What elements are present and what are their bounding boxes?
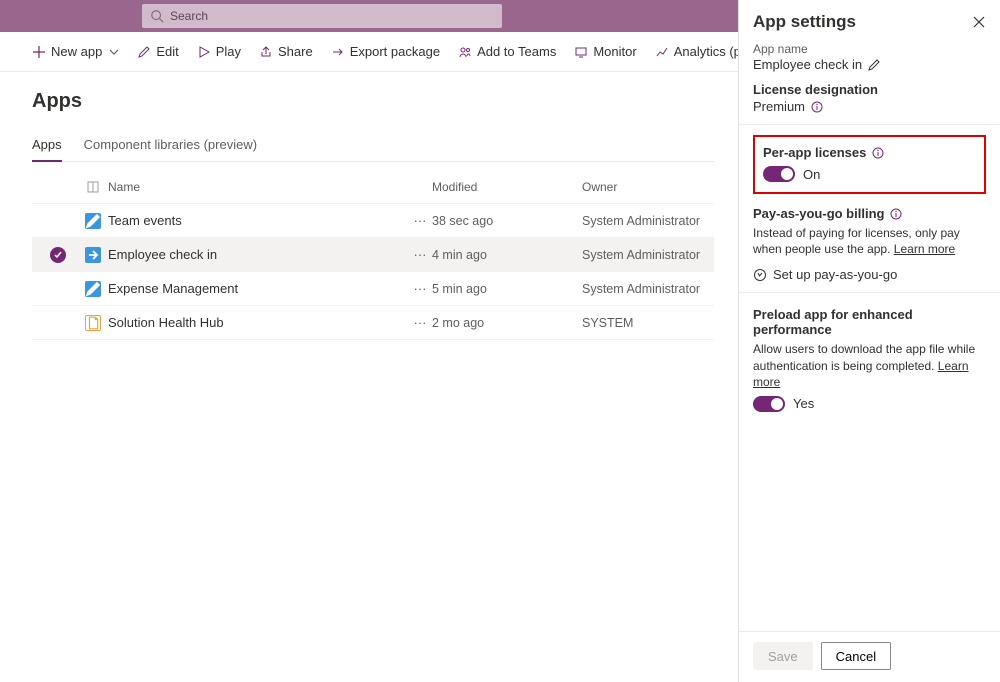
paygo-learn-more-link[interactable]: Learn more [894,242,955,256]
app-icon [78,213,108,229]
monitor-icon [574,45,588,59]
app-name: Team events [108,213,408,228]
preload-toggle[interactable] [753,396,785,412]
table-row[interactable]: Team events···38 sec agoSystem Administr… [32,204,714,238]
per-app-toggle[interactable] [763,166,795,182]
per-app-state: On [803,167,820,182]
per-app-heading: Per-app licenses [763,145,866,160]
teams-icon [458,45,472,59]
preload-description: Allow users to download the app file whi… [753,341,986,390]
monitor-button[interactable]: Monitor [574,44,636,59]
row-more-menu[interactable]: ··· [408,247,432,262]
row-more-menu[interactable]: ··· [408,281,432,296]
search-placeholder: Search [170,9,208,23]
paygo-heading: Pay-as-you-go billing [753,206,884,221]
preload-state: Yes [793,396,814,411]
share-button[interactable]: Share [259,44,313,59]
analytics-icon [655,45,669,59]
plus-icon [32,45,46,59]
info-icon[interactable] [890,208,902,220]
main-content: Apps Apps Component libraries (preview) … [0,72,738,340]
app-name-value: Employee check in [753,57,862,72]
export-icon [331,45,345,59]
chevron-down-icon [109,47,119,57]
play-icon [197,45,211,59]
add-teams-label: Add to Teams [477,44,556,59]
col-name[interactable]: Name [108,180,408,194]
row-more-menu[interactable]: ··· [408,213,432,228]
edit-name-icon[interactable] [868,59,880,71]
app-icon [78,247,108,263]
cancel-button[interactable]: Cancel [821,642,891,670]
modified-cell: 5 min ago [432,282,582,296]
panel-title: App settings [753,12,856,32]
panel-footer: Save Cancel [739,631,1000,682]
row-more-menu[interactable]: ··· [408,315,432,330]
close-icon[interactable] [972,15,986,29]
modified-cell: 4 min ago [432,248,582,262]
share-icon [259,45,273,59]
app-icon [78,315,108,331]
monitor-label: Monitor [593,44,636,59]
search-input[interactable]: Search [142,4,502,28]
share-label: Share [278,44,313,59]
search-icon [150,9,164,23]
add-teams-button[interactable]: Add to Teams [458,44,556,59]
paygo-description: Instead of paying for licenses, only pay… [753,225,986,257]
column-options-icon[interactable] [78,180,108,194]
table-row[interactable]: Employee check in···4 min agoSystem Admi… [32,238,714,272]
app-name-label: App name [753,42,986,56]
link-icon [753,268,767,282]
setup-paygo-link[interactable]: Set up pay-as-you-go [753,267,986,282]
modified-cell: 38 sec ago [432,214,582,228]
new-app-label: New app [51,44,102,59]
info-icon[interactable] [872,147,884,159]
app-name: Employee check in [108,247,408,262]
new-app-button[interactable]: New app [32,44,119,59]
license-value: Premium [753,99,805,114]
save-button: Save [753,642,813,670]
app-name: Expense Management [108,281,408,296]
play-label: Play [216,44,241,59]
tab-list: Apps Component libraries (preview) [32,131,714,162]
app-settings-panel: App settings App name Employee check in … [738,0,1000,682]
table-row[interactable]: Solution Health Hub···2 mo agoSYSTEM [32,306,714,340]
edit-label: Edit [156,44,178,59]
license-heading: License designation [753,82,986,97]
col-modified[interactable]: Modified [432,180,582,194]
play-button[interactable]: Play [197,44,241,59]
preload-heading: Preload app for enhanced performance [753,307,986,337]
export-label: Export package [350,44,440,59]
table-header: Name Modified Owner [32,170,714,204]
modified-cell: 2 mo ago [432,316,582,330]
tab-components[interactable]: Component libraries (preview) [84,131,257,161]
edit-button[interactable]: Edit [137,44,178,59]
app-icon [78,281,108,297]
pencil-icon [137,45,151,59]
export-button[interactable]: Export package [331,44,440,59]
per-app-highlight: Per-app licenses On [753,135,986,194]
page-title: Apps [32,90,714,113]
tab-apps[interactable]: Apps [32,131,62,162]
table-row[interactable]: Expense Management···5 min agoSystem Adm… [32,272,714,306]
app-name: Solution Health Hub [108,315,408,330]
selected-indicator [50,247,66,263]
info-icon[interactable] [811,101,823,113]
